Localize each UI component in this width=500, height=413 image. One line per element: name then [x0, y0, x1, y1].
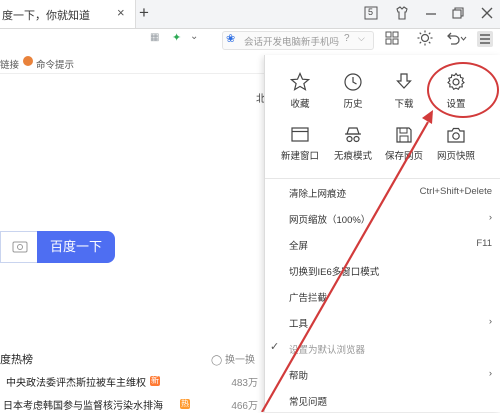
menu-new-window[interactable]: 新建窗口 — [280, 126, 320, 162]
menu-save-page[interactable]: 保存网页 — [384, 126, 424, 162]
download-icon — [396, 73, 412, 89]
search-button[interactable]: 百度一下 — [37, 231, 115, 263]
search-engine-dropdown-icon[interactable]: ⌵ — [358, 33, 365, 44]
refresh-button[interactable]: ◯ 换一换 — [211, 351, 255, 366]
hot-item-text: 中央政法委评杰斯拉被车主维权 — [6, 378, 146, 389]
menu-history[interactable]: 历史 — [333, 72, 373, 110]
chevron-right-icon: › — [488, 212, 492, 223]
menu-save-page-label: 保存网页 — [384, 151, 423, 162]
shortcut-label: Ctrl+Shift+Delete — [419, 186, 492, 197]
speed-mode-icon[interactable]: ✦ — [172, 31, 181, 44]
menu-item-label: 设置为默认浏览器 — [289, 345, 366, 356]
undo-icon[interactable] — [445, 31, 467, 45]
camera-icon — [447, 127, 465, 143]
cmd-prompt-icon — [23, 56, 33, 66]
menu-item-label: 广告拦截 — [289, 293, 328, 304]
menu-item-label: 网页缩放（100%） — [289, 215, 371, 226]
square-5-icon[interactable]: 5 — [364, 6, 378, 20]
menu-snapshot-label: 网页快照 — [436, 151, 475, 162]
menu-item-label: 全屏 — [289, 241, 309, 252]
square-5-label: 5 — [368, 7, 374, 17]
image-search-button[interactable] — [0, 231, 38, 263]
bookmark-cmd[interactable]: 命令提示 — [36, 57, 74, 71]
menu-incognito[interactable]: 无痕模式 — [333, 126, 373, 162]
chevron-right-icon: › — [488, 316, 492, 327]
menu-item-help[interactable]: 帮助 › — [265, 362, 500, 386]
refresh-label: 换一换 — [224, 355, 255, 366]
bookmark-link[interactable]: 链接 — [0, 57, 19, 71]
menu-item-label: 清除上网痕迹 — [289, 189, 347, 200]
checkmark-icon: ✓ — [270, 341, 280, 353]
menu-item-clear-history[interactable]: 清除上网痕迹 Ctrl+Shift+Delete — [265, 180, 500, 204]
menu-divider — [265, 178, 500, 179]
tab-close-icon[interactable]: × — [117, 5, 125, 20]
incognito-icon — [345, 127, 361, 143]
menu-snapshot[interactable]: 网页快照 — [436, 126, 476, 162]
hot-item-count: 466万 — [231, 401, 258, 412]
hot-list-item[interactable]: 日本考虑韩国参与监督核污染水排海 热 466万 — [0, 397, 258, 413]
menu-downloads[interactable]: 下载 — [384, 72, 424, 110]
clock-icon — [344, 73, 362, 91]
new-tab-button[interactable]: + — [139, 3, 149, 23]
hot-item-count: 483万 — [231, 378, 258, 389]
new-badge: 新 — [150, 376, 160, 386]
grid-icon[interactable] — [385, 31, 399, 45]
menu-item-label: 帮助 — [289, 371, 309, 382]
restore-icon[interactable] — [451, 6, 465, 20]
menu-item-ie6-mode[interactable]: 切换到IE6多窗口模式 — [265, 258, 500, 282]
menu-icon[interactable] — [477, 31, 493, 47]
hot-list-item[interactable]: 中央政法委评杰斯拉被车主维权 新 483万 — [0, 374, 258, 390]
menu-item-adblock[interactable]: 广告拦截 — [265, 284, 500, 308]
refresh-icon: ◯ — [211, 355, 223, 366]
menu-item-label: 切换到IE6多窗口模式 — [289, 267, 380, 278]
hot-item-text: 日本考虑韩国参与监督核污染水排海 — [3, 401, 163, 412]
menu-item-zoom[interactable]: 网页缩放（100%） › — [265, 206, 500, 230]
browser-tab[interactable]: 度一下，你就知道 × — [0, 0, 136, 28]
close-window-icon[interactable] — [480, 6, 494, 20]
save-icon — [396, 127, 412, 143]
menu-new-window-label: 新建窗口 — [280, 151, 319, 162]
chevron-right-icon: › — [488, 368, 492, 379]
menu-item-set-default[interactable]: ✓ 设置为默认浏览器 — [265, 336, 500, 360]
tab-title: 度一下，你就知道 — [2, 10, 90, 22]
menu-item-faq[interactable]: 常见问题 — [265, 388, 500, 412]
menu-downloads-label: 下载 — [394, 99, 414, 110]
new-window-icon — [291, 127, 309, 142]
baidu-paw-icon: ❀ — [226, 33, 236, 45]
annotation-circle — [427, 62, 499, 118]
menu-favorites[interactable]: 收藏 — [280, 72, 320, 110]
search-help-icon[interactable]: ? — [344, 33, 350, 44]
hot-list-title: 度热榜 — [0, 354, 33, 366]
menu-item-label: 常见问题 — [289, 397, 328, 408]
search-placeholder: 会话开发电脑新手机吗 — [244, 37, 340, 48]
hot-badge: 热 — [180, 399, 190, 409]
bookmarks-divider — [0, 73, 265, 74]
brightness-icon[interactable] — [417, 30, 433, 46]
camera-icon — [12, 241, 28, 253]
chevron-down-icon[interactable]: ⌄ — [190, 31, 198, 42]
menu-history-label: 历史 — [343, 99, 363, 110]
menu-incognito-label: 无痕模式 — [333, 151, 372, 162]
menu-favorites-label: 收藏 — [290, 99, 310, 110]
shirt-icon[interactable] — [395, 6, 409, 20]
minimize-icon[interactable] — [424, 6, 438, 20]
menu-item-label: 工具 — [289, 319, 309, 330]
compat-mode-icon[interactable]: ▦ — [150, 32, 159, 43]
menu-item-fullscreen[interactable]: 全屏 F11 — [265, 232, 500, 256]
menu-item-tools[interactable]: 工具 › — [265, 310, 500, 334]
shortcut-label: F11 — [476, 238, 492, 249]
star-icon — [290, 72, 310, 91]
